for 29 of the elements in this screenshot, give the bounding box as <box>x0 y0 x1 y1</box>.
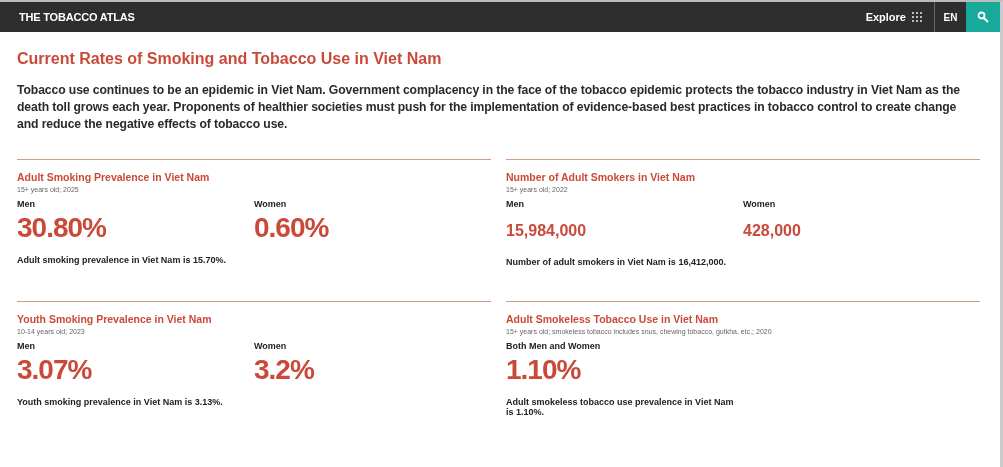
stat-value: 428,000 <box>743 221 801 241</box>
card-title: Youth Smoking Prevalence in Viet Nam <box>17 313 213 325</box>
card-title: Adult Smoking Prevalence in Viet Nam <box>17 171 211 183</box>
stat-value: 30.80% <box>17 211 106 245</box>
card-title: Number of Adult Smokers in Viet Nam <box>506 171 697 183</box>
stat-label: Both Men and Women <box>506 341 601 351</box>
grid-icon <box>912 12 922 22</box>
search-button[interactable] <box>966 2 1000 32</box>
stat-label: Men <box>17 199 35 209</box>
site-logo[interactable]: THE TOBACCO ATLAS <box>19 11 866 23</box>
stat-label: Women <box>743 199 776 209</box>
intro-paragraph: Tobacco use continues to be an epidemic in Viet Nam. Government complacency in the face of the tobacco epidemic protects the tobacco industry in Viet Nam as the death toll grows each year. Proponents of healthier societies must push for the implementation of evidence-based best practices in tobacco control to create change and reduce the negative effects of tobacco use. <box>17 82 961 133</box>
card-note: Youth smoking prevalence in Viet Nam is 3.13%. <box>17 397 224 407</box>
stat-value: 15,984,000 <box>506 221 587 241</box>
card-note: Adult smoking prevalence in Viet Nam is 15.70%. <box>17 255 227 265</box>
explore-button[interactable]: Explore <box>865 2 934 32</box>
stat-value: 0.60% <box>254 211 329 245</box>
card-note: Adult smokeless tobacco use prevalence in Viet Nam is 1.10%. <box>506 397 735 417</box>
stat-label: Women <box>254 199 287 209</box>
stat-label: Women <box>254 341 287 351</box>
stat-value: 1.10% <box>506 353 581 387</box>
stat-label: Men <box>506 199 524 209</box>
page-title: Current Rates of Smoking and Tobacco Use in Viet Nam <box>17 50 443 68</box>
stat-label: Men <box>17 341 35 351</box>
card-note: Number of adult smokers in Viet Nam is 16,412,000. <box>506 257 727 267</box>
stat-value: 3.2% <box>254 353 314 387</box>
search-icon <box>977 11 989 23</box>
card-title: Adult Smokeless Tobacco Use in Viet Nam <box>506 313 719 325</box>
stat-value: 3.07% <box>17 353 92 387</box>
